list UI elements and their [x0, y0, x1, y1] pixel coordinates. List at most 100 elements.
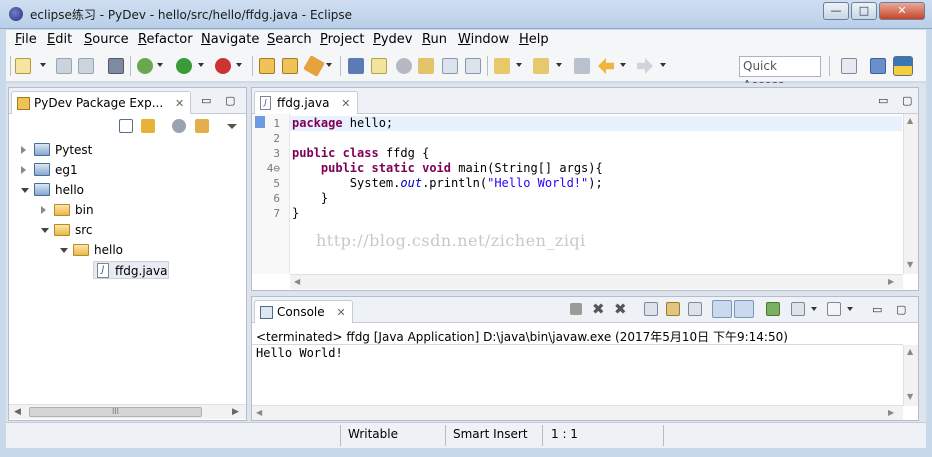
back-dropdown-icon[interactable] [620, 63, 626, 67]
save-icon[interactable] [56, 58, 72, 74]
external-tools-dropdown-icon[interactable] [236, 63, 242, 67]
scroll-up-icon[interactable]: ▲ [907, 347, 913, 356]
debug-icon[interactable] [137, 58, 153, 74]
forward-arrow-icon[interactable] [637, 58, 653, 74]
java-perspective-icon[interactable] [870, 58, 886, 74]
menu-window[interactable]: Window [458, 32, 509, 47]
clear-console-icon[interactable] [644, 302, 658, 316]
word-wrap-icon[interactable] [688, 302, 702, 316]
menu-source[interactable]: Source [84, 32, 129, 47]
collapse-icon[interactable] [21, 188, 29, 193]
code-line[interactable]: System.out.println("Hello World!"); [292, 176, 603, 191]
menu-file[interactable]: File [15, 32, 37, 47]
next-edit-dropdown-icon[interactable] [516, 63, 522, 67]
remove-launch-icon[interactable]: ✖ [592, 302, 606, 317]
menu-edit[interactable]: Edit [47, 32, 72, 47]
tab-console[interactable]: Console ✕ [254, 300, 353, 323]
menu-help[interactable]: Help [519, 32, 549, 47]
pin-console-icon[interactable] [766, 302, 780, 316]
close-button[interactable]: ✕ [879, 2, 925, 20]
code-line[interactable]: } [292, 191, 328, 206]
scroll-down-icon[interactable]: ▼ [907, 392, 913, 401]
code-line[interactable]: public static void main(String[] args){ [292, 161, 603, 176]
terminate-icon[interactable] [570, 303, 582, 315]
minimize-view-icon[interactable]: ▭ [201, 94, 211, 107]
back-arrow-icon[interactable] [598, 58, 614, 74]
prev-edit-icon[interactable] [533, 58, 549, 74]
filter-icon[interactable] [172, 119, 186, 133]
scroll-right-icon[interactable]: ▶ [888, 408, 894, 417]
run-dropdown-icon[interactable] [198, 63, 204, 67]
view-menu-icon[interactable] [227, 124, 237, 129]
open-project-icon[interactable] [259, 58, 275, 74]
remove-all-launches-icon[interactable]: ✖ [614, 302, 628, 317]
console-output[interactable]: Hello World! [256, 346, 343, 360]
open-console-icon[interactable] [827, 302, 841, 316]
editor-hscrollbar[interactable]: ◀ ▶ [290, 274, 903, 289]
maximize-view-icon[interactable]: ▢ [225, 94, 235, 107]
wand-icon[interactable] [303, 55, 325, 77]
wand-dropdown-icon[interactable] [326, 63, 332, 67]
console-vscrollbar[interactable]: ▲ ▼ [903, 345, 918, 406]
scroll-thumb[interactable]: III [29, 407, 202, 417]
code-line[interactable]: public class ffdg { [292, 146, 429, 161]
collapse-all-icon[interactable] [119, 119, 133, 133]
print-icon[interactable] [108, 58, 124, 74]
menu-pydev[interactable]: Pydev [373, 32, 412, 47]
expand-icon[interactable] [21, 166, 26, 174]
mark-occurrences-icon[interactable] [396, 58, 412, 74]
scroll-down-icon[interactable]: ▼ [907, 260, 913, 269]
scroll-left-icon[interactable]: ◀ [256, 408, 262, 417]
block-selection-icon[interactable] [442, 58, 458, 74]
forward-dropdown-icon[interactable] [660, 63, 666, 67]
code-line[interactable]: } [292, 206, 299, 221]
link-with-editor-icon[interactable] [141, 119, 155, 133]
maximize-editor-icon[interactable]: ▢ [902, 94, 912, 107]
status-cursor-position[interactable]: 1 : 1 [551, 427, 578, 441]
status-insert-mode[interactable]: Smart Insert [453, 427, 528, 441]
paragraph-icon[interactable] [465, 58, 481, 74]
menu-project[interactable]: Project [320, 32, 365, 47]
prev-edit-dropdown-icon[interactable] [556, 63, 562, 67]
scroll-lock-icon[interactable] [666, 302, 680, 316]
code-line[interactable]: package hello; [292, 116, 393, 131]
menu-refactor[interactable]: Refactor [138, 32, 193, 47]
close-icon[interactable]: ✕ [336, 306, 345, 319]
expand-icon[interactable] [21, 146, 26, 154]
collapse-icon[interactable] [60, 248, 68, 253]
menu-navigate[interactable]: Navigate [201, 32, 259, 47]
show-whitespace-icon[interactable] [418, 58, 434, 74]
scroll-right-icon[interactable]: ▶ [888, 277, 894, 286]
view-options-icon[interactable] [195, 119, 209, 133]
package-explorer-hscrollbar[interactable]: ◀ III ▶ [9, 404, 246, 419]
tree-item-ffdg-java[interactable]: J ffdg.java [93, 261, 169, 279]
display-console-dropdown-icon[interactable] [811, 307, 817, 311]
save-all-icon[interactable] [78, 58, 94, 74]
editor-vscrollbar[interactable]: ▲ ▼ [903, 114, 918, 274]
pydev-perspective-icon[interactable] [893, 56, 913, 76]
tab-package-explorer[interactable]: PyDev Package Exp... ✕ [11, 91, 192, 114]
quick-access-field[interactable]: Quick Access [739, 56, 821, 92]
console-hscrollbar[interactable]: ◀ ▶ [252, 405, 903, 420]
open-console-dropdown-icon[interactable] [847, 307, 853, 311]
maximize-view-icon[interactable]: ▢ [896, 303, 906, 316]
scroll-right-icon[interactable]: ▶ [232, 407, 239, 417]
open-folder-icon[interactable] [282, 58, 298, 74]
menu-search[interactable]: Search [267, 32, 312, 47]
scroll-left-icon[interactable]: ◀ [14, 407, 21, 417]
next-edit-icon[interactable] [494, 58, 510, 74]
show-on-stderr-icon[interactable] [734, 300, 754, 318]
next-annotation-icon[interactable] [348, 58, 364, 74]
pen-icon[interactable] [371, 58, 387, 74]
collapse-icon[interactable] [41, 228, 49, 233]
debug-dropdown-icon[interactable] [157, 63, 163, 67]
show-on-stdout-icon[interactable] [712, 300, 732, 318]
close-icon[interactable]: ✕ [175, 97, 184, 110]
minimize-view-icon[interactable]: ▭ [872, 303, 882, 316]
open-perspective-icon[interactable] [841, 58, 857, 74]
scroll-left-icon[interactable]: ◀ [294, 277, 300, 286]
maximize-button[interactable]: □ [851, 2, 877, 20]
new-dropdown-icon[interactable] [40, 63, 46, 67]
display-console-icon[interactable] [791, 302, 805, 316]
scroll-up-icon[interactable]: ▲ [907, 116, 913, 125]
